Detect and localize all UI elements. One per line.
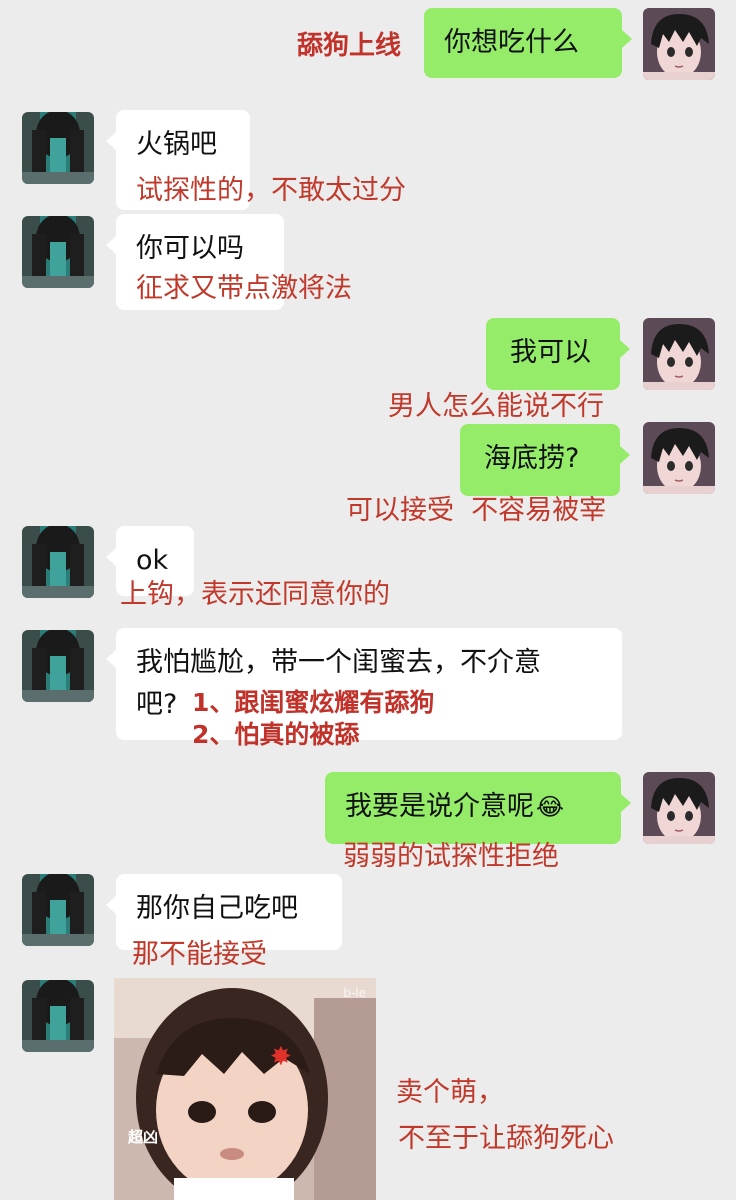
tears-of-joy-emoji-icon: 😂 (536, 793, 565, 821)
annotation: 不至于让舔狗死心 (398, 1123, 614, 1154)
message-bubble-outgoing[interactable]: 我要是说介意呢😂 (325, 772, 631, 844)
girl-avatar[interactable] (22, 526, 94, 598)
girl-avatar[interactable] (22, 980, 94, 1052)
message-bubble-outgoing[interactable]: 海底捞? (460, 424, 630, 496)
girl-avatar[interactable] (22, 216, 94, 288)
sticker-caption: 超凶 (128, 1128, 159, 1146)
anime-avatar[interactable] (643, 318, 715, 390)
annotation: 试探性的，不敢太过分 (136, 175, 406, 206)
annotation: 可以接受 不容易被宰 (346, 495, 607, 526)
annotation: 弱弱的试探性拒绝 (343, 841, 559, 872)
anime-avatar[interactable] (643, 422, 715, 494)
annotation: 男人怎么能说不行 (388, 391, 604, 422)
message-bubble-outgoing[interactable]: 你想吃什么 (424, 8, 632, 78)
girl-avatar[interactable] (22, 630, 94, 702)
annotation-simp-online: 舔狗上线 (297, 31, 402, 61)
anime-avatar[interactable] (643, 772, 715, 844)
annotation: 征求又带点激将法 (136, 273, 352, 304)
sticker-image[interactable]: ✸ 超凶 b-le (114, 978, 376, 1200)
girl-avatar[interactable] (22, 112, 94, 184)
annotation: 那不能接受 (132, 939, 267, 970)
message-text: 我要是说介意呢 (345, 791, 534, 822)
anime-avatar-image (643, 318, 715, 390)
message-text: ok (136, 545, 169, 576)
message-text-line: 我怕尴尬，带一个闺蜜去，不介意 (136, 647, 541, 678)
anger-vein-icon: ✸ (270, 1042, 292, 1072)
girl-avatar-image (22, 112, 94, 184)
toddler-sticker-illustration (114, 978, 376, 1200)
girl-avatar-image (22, 980, 94, 1052)
annotation: 2、怕真的被舔 (192, 720, 360, 749)
girl-avatar-image (22, 216, 94, 288)
girl-avatar-image (22, 874, 94, 946)
anime-avatar[interactable] (643, 8, 715, 80)
sticker-corner-mark: b-le (343, 986, 366, 1000)
anime-avatar-image (643, 8, 715, 80)
message-text: 你可以吗 (136, 233, 244, 264)
message-text: 海底捞? (484, 443, 580, 474)
girl-avatar-image (22, 630, 94, 702)
message-text: 那你自己吃吧 (136, 893, 298, 924)
annotation: 卖个萌， (396, 1077, 504, 1108)
anime-avatar-image (643, 422, 715, 494)
girl-avatar[interactable] (22, 874, 94, 946)
message-text: 我可以 (510, 337, 591, 368)
message-text: 你想吃什么 (444, 27, 579, 58)
annotation: 上钩，表示还同意你的 (120, 579, 390, 610)
message-text: 火锅吧 (136, 129, 217, 160)
girl-avatar-image (22, 526, 94, 598)
annotation: 1、跟闺蜜炫耀有舔狗 (192, 688, 435, 717)
anime-avatar-image (643, 772, 715, 844)
message-bubble-outgoing[interactable]: 我可以 (486, 318, 630, 390)
